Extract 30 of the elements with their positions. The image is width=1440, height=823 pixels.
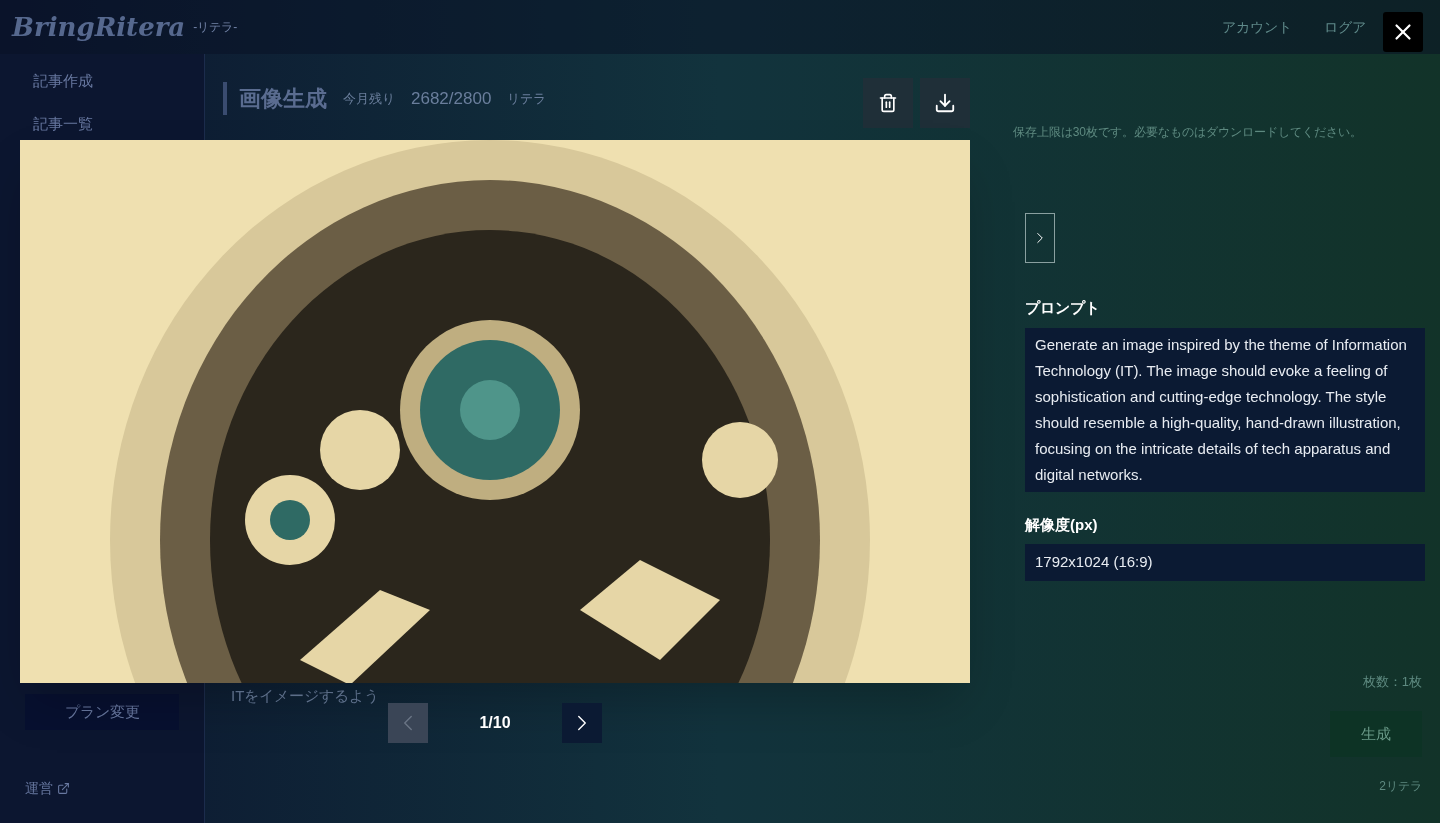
generate-button[interactable]: 生成 <box>1330 711 1422 757</box>
next-page-button[interactable] <box>562 703 602 743</box>
operator-link[interactable]: 運営 <box>25 778 179 799</box>
trash-icon <box>878 93 898 113</box>
generation-cost: 2リテラ <box>1379 778 1422 795</box>
remaining-label: 今月残り <box>343 89 395 108</box>
sidebar-item[interactable]: 記事作成 <box>33 70 93 93</box>
plan-change-button[interactable]: プラン変更 <box>25 694 179 730</box>
page-indicator: 1/10 <box>478 713 512 733</box>
remaining-credits: 2682/2800 <box>411 87 492 110</box>
download-icon <box>934 92 956 114</box>
external-link-icon <box>57 782 70 795</box>
download-button[interactable] <box>920 78 970 128</box>
prompt-text: Generate an image inspired by the theme of Information Technology (IT). The image should evoke a feeling of sophistication and cutting-edge technology. The style should resemble a high-quality, hand-drawn illustration, focusing on the intricate details of tech apparatus and digital networks. <box>1025 327 1425 492</box>
resolution-label: 解像度(px) <box>1025 514 1099 535</box>
page-title: 画像生成 <box>223 82 327 115</box>
header-link[interactable]: ログア <box>1324 16 1366 38</box>
delete-button[interactable] <box>863 78 913 128</box>
count-select[interactable]: 枚数：1枚 <box>1362 671 1422 691</box>
close-button[interactable] <box>1383 12 1423 52</box>
sidebar-item[interactable]: 記事一覧 <box>33 112 93 135</box>
logo-subtitle: -リテラ- <box>193 19 238 36</box>
prompt-input[interactable]: ITをイメージするよう <box>231 684 380 707</box>
expand-button[interactable] <box>1025 213 1055 263</box>
prompt-label: プロンプト <box>1025 298 1101 318</box>
resolution-value: 1792x1024 (16:9) <box>1025 544 1425 581</box>
storage-note: 保存上限は30枚です。必要なものはダウンロードしてください。 <box>1012 124 1362 141</box>
logo-text: BringRitera <box>12 10 186 44</box>
remaining-unit: リテラ <box>507 89 547 108</box>
header-link[interactable]: アカウント <box>1222 16 1292 38</box>
